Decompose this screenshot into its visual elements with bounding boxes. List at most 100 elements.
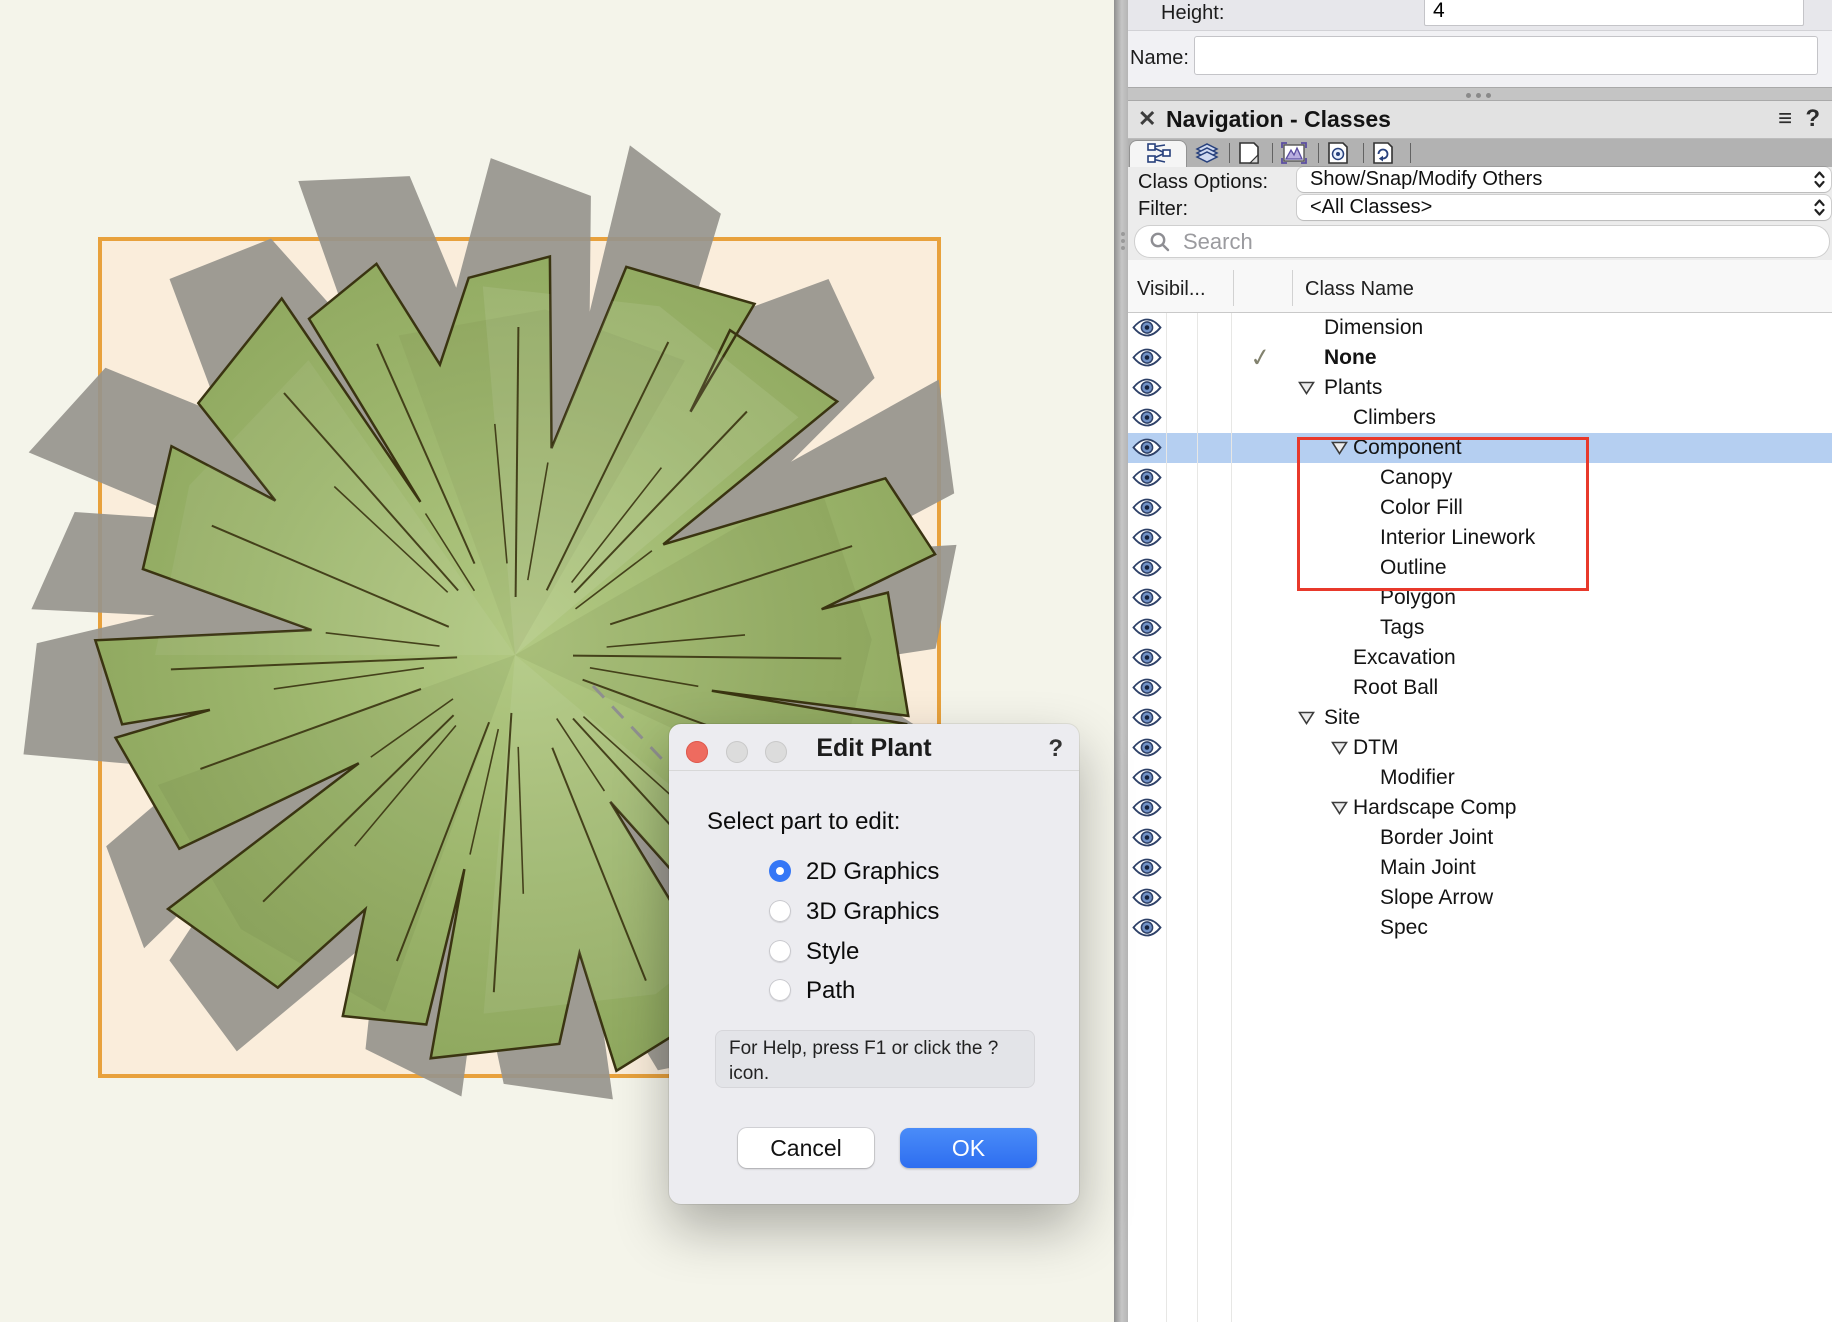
class-row[interactable]: Modifier [1128,763,1832,793]
radio-dot-icon[interactable] [769,900,791,922]
visibility-eye-icon[interactable] [1132,528,1162,547]
visibility-eye-icon[interactable] [1132,378,1162,397]
visibility-eye-icon[interactable] [1132,768,1162,787]
class-row[interactable]: Climbers [1128,403,1832,433]
class-row[interactable]: Spec [1128,913,1832,943]
dialog-help-icon[interactable]: ? [1048,735,1063,763]
class-name-label: None [1324,346,1377,370]
grid-line [1197,313,1198,1322]
column-separator[interactable] [1292,270,1293,306]
visibility-eye-icon[interactable] [1132,708,1162,727]
splitter-dot [1466,93,1471,98]
palette-splitter[interactable] [1128,87,1832,101]
close-icon[interactable]: ✕ [1138,106,1156,132]
menu-icon[interactable]: ≡ [1778,105,1792,133]
filter-dropdown[interactable]: <All Classes> [1297,195,1831,220]
toolbar-separator [1363,143,1364,163]
saved-views-icon[interactable] [1325,141,1351,165]
disclosure-triangle-icon[interactable] [1298,381,1315,400]
visibility-eye-icon[interactable] [1132,348,1162,367]
visibility-eye-icon[interactable] [1132,648,1162,667]
class-name-label: Root Ball [1353,676,1438,700]
object-info-height-row: Height: [1128,0,1832,31]
class-name-label: Border Joint [1380,826,1493,850]
panel-divider[interactable] [1114,0,1128,1322]
cancel-button[interactable]: Cancel [738,1128,874,1168]
class-options-value: Show/Snap/Modify Others [1310,168,1542,191]
active-class-check-icon: ✓ [1248,342,1273,375]
visibility-eye-icon[interactable] [1132,618,1162,637]
height-field[interactable] [1424,0,1804,26]
class-name-label: Hardscape Comp [1353,796,1516,820]
class-name-label: Main Joint [1380,856,1476,880]
search-box[interactable] [1135,226,1829,257]
visibility-eye-icon[interactable] [1132,798,1162,817]
help-icon[interactable]: ? [1805,105,1820,133]
dialog-help-box: For Help, press F1 or click the ? icon. [715,1030,1035,1088]
visibility-eye-icon[interactable] [1132,558,1162,577]
radio-dot-icon[interactable] [769,979,791,1001]
visibility-eye-icon[interactable] [1132,738,1162,757]
toolbar-separator [1272,143,1273,163]
design-layers-icon[interactable] [1194,141,1220,165]
dialog-titlebar[interactable]: Edit Plant ? [669,724,1079,771]
class-row[interactable]: Tags [1128,613,1832,643]
class-row[interactable]: Plants [1128,373,1832,403]
visibility-eye-icon[interactable] [1132,468,1162,487]
filter-label: Filter: [1138,198,1188,221]
palette-options: Class Options: Show/Snap/Modify Others F… [1128,167,1832,260]
class-row[interactable]: Hardscape Comp [1128,793,1832,823]
visibility-eye-icon[interactable] [1132,408,1162,427]
grid-line [1231,313,1232,1322]
class-row[interactable]: Root Ball [1128,673,1832,703]
class-options-dropdown[interactable]: Show/Snap/Modify Others [1297,167,1831,192]
visibility-eye-icon[interactable] [1132,438,1162,457]
column-visibility[interactable]: Visibil... [1137,278,1206,301]
visibility-eye-icon[interactable] [1132,318,1162,337]
visibility-eye-icon[interactable] [1132,588,1162,607]
visibility-eye-icon[interactable] [1132,828,1162,847]
class-row[interactable]: Main Joint [1128,853,1832,883]
disclosure-triangle-icon[interactable] [1331,801,1348,820]
toolbar-separator [1229,143,1230,163]
visibility-eye-icon[interactable] [1132,498,1162,517]
disclosure-triangle-icon[interactable] [1331,741,1348,760]
class-options-label: Class Options: [1138,171,1268,194]
palette-drag-handle[interactable] [1121,229,1126,255]
class-row[interactable]: Site [1128,703,1832,733]
column-class-name[interactable]: Class Name [1305,278,1414,301]
class-name-label: Tags [1380,616,1424,640]
ok-button[interactable]: OK [900,1128,1037,1168]
name-field[interactable] [1194,36,1818,75]
class-row[interactable]: Slope Arrow [1128,883,1832,913]
radio-label: Style [806,938,859,966]
class-row[interactable]: Excavation [1128,643,1832,673]
class-list-headers: Visibil... Class Name [1128,260,1832,313]
class-name-label: Site [1324,706,1360,730]
references-icon[interactable] [1370,141,1396,165]
class-name-label: Dimension [1324,316,1423,340]
grid-line [1166,313,1167,1322]
filter-value: <All Classes> [1310,196,1432,219]
class-row[interactable]: DTM [1128,733,1832,763]
visibility-eye-icon[interactable] [1132,858,1162,877]
class-row[interactable]: Dimension [1128,313,1832,343]
radio-dot-icon[interactable] [769,940,791,962]
class-row[interactable]: ✓ None [1128,343,1832,373]
visibility-eye-icon[interactable] [1132,678,1162,697]
visibility-eye-icon[interactable] [1132,888,1162,907]
classes-hierarchy-icon [1146,141,1172,165]
column-separator[interactable] [1233,270,1234,306]
class-row[interactable]: Border Joint [1128,823,1832,853]
viewports-icon[interactable] [1280,141,1308,165]
class-name-label: Plants [1324,376,1382,400]
toolbar-separator [1410,143,1411,163]
toolbar-separator [1318,143,1319,163]
name-label: Name: [1130,47,1189,70]
disclosure-triangle-icon[interactable] [1298,711,1315,730]
radio-dot-icon[interactable] [769,860,791,882]
visibility-eye-icon[interactable] [1132,918,1162,937]
search-input[interactable] [1181,229,1785,255]
sheet-layers-icon[interactable] [1236,141,1262,165]
class-name-label: Slope Arrow [1380,886,1493,910]
